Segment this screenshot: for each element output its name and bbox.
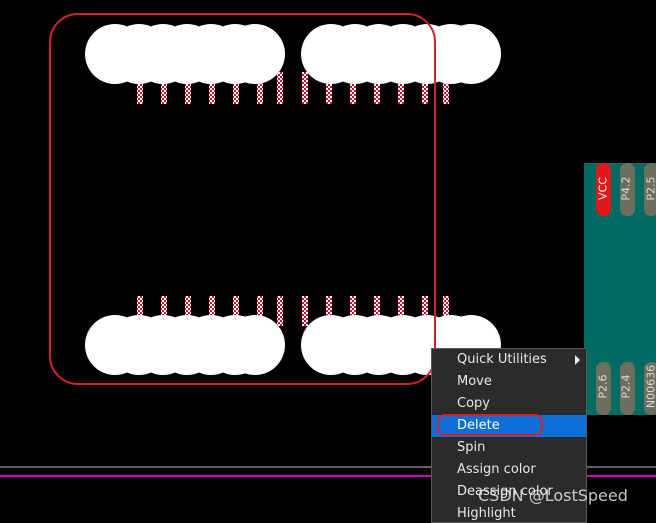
component-pins <box>137 72 449 326</box>
menu-item-label: Quick Utilities <box>457 352 547 367</box>
edge-pads-top <box>596 163 656 216</box>
watermark: CSDN @LostSpeed <box>478 486 628 505</box>
menu-item-label: Copy <box>457 396 490 411</box>
submenu-arrow-icon <box>575 355 580 365</box>
component-pads <box>85 24 501 375</box>
edge-pad-top <box>620 163 635 216</box>
menu-item-copy[interactable]: Copy <box>432 393 586 415</box>
menu-item-spin[interactable]: Spin <box>432 437 586 459</box>
pin-bottom <box>277 296 283 326</box>
menu-item-delete[interactable]: Delete <box>432 415 586 437</box>
pad-top <box>225 24 285 84</box>
menu-item-move[interactable]: Move <box>432 371 586 393</box>
menu-item-label: Highlight <box>457 506 516 521</box>
pad-bottom <box>225 315 285 375</box>
pin-bottom <box>302 296 308 326</box>
adjacent-board[interactable] <box>584 163 656 415</box>
edge-pad-bottom <box>596 362 611 415</box>
menu-item-label: Assign color <box>457 462 536 477</box>
menu-item-quick-utilities[interactable]: Quick Utilities <box>432 349 586 371</box>
edge-pad-top <box>644 163 656 216</box>
pin-top <box>277 72 283 104</box>
edge-pad-bottom <box>644 362 656 415</box>
menu-item-label: Spin <box>457 440 485 455</box>
edge-pad-top <box>596 163 611 216</box>
edge-pads-bottom <box>596 362 656 415</box>
menu-item-assign-color[interactable]: Assign color <box>432 459 586 481</box>
pad-top <box>441 24 501 84</box>
edge-pad-bottom <box>620 362 635 415</box>
menu-item-label: Move <box>457 374 492 389</box>
pin-top <box>302 72 308 104</box>
menu-item-label: Delete <box>457 418 500 433</box>
menu-item-highlight[interactable]: Highlight <box>432 503 586 523</box>
